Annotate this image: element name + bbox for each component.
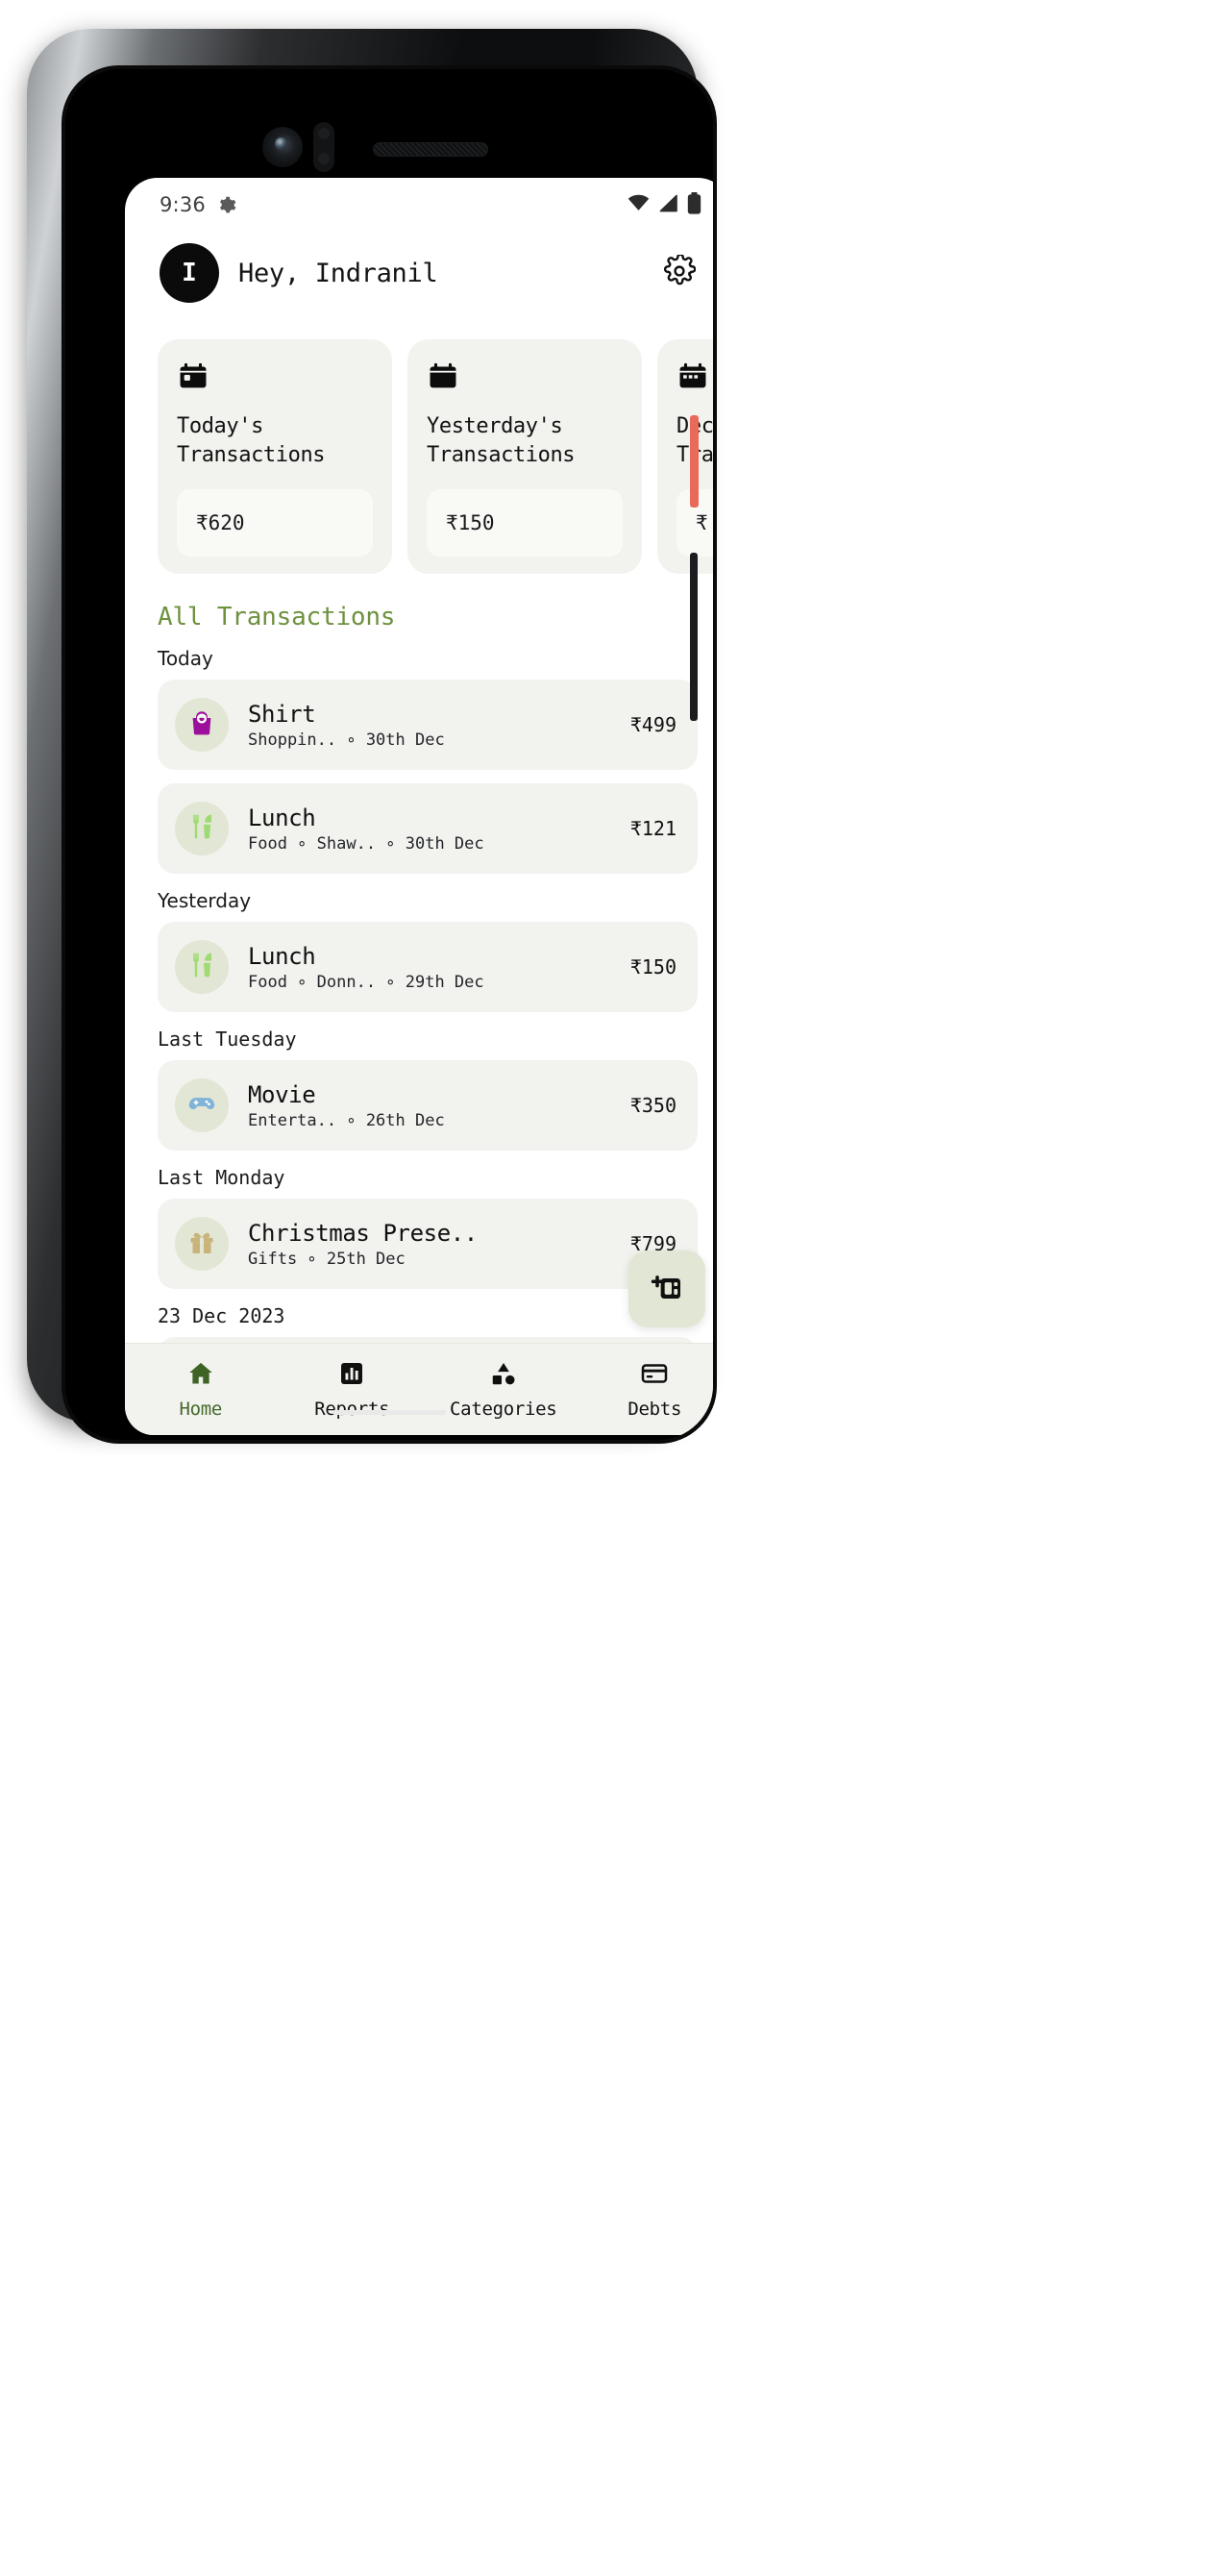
transaction-name: Lunch <box>248 804 316 831</box>
settings-button[interactable] <box>663 253 697 291</box>
category-icon-wrapper <box>175 940 229 994</box>
app-screen: 9:36 I Hey, Indranil Today's Transaction… <box>125 178 713 1435</box>
transaction-name: Shirt <box>248 700 316 728</box>
transaction-row[interactable]: Lunch Food ∘ Donn.. ∘ 29th Dec ₹150 <box>158 922 698 1012</box>
category-icon-wrapper <box>175 1217 229 1271</box>
shopping-bag-icon <box>187 708 216 741</box>
transaction-row[interactable]: Christmas Prese.. Gifts ∘ 25th Dec ₹799 <box>158 1199 698 1289</box>
transaction-subtitle: Shoppin.. ∘ 30th Dec <box>248 730 445 750</box>
transaction-subtitle: Food ∘ Shaw.. ∘ 30th Dec <box>248 833 484 854</box>
nav-label-reports: Reports <box>314 1399 390 1420</box>
screenshot-root: 9:36 I Hey, Indranil Today's Transaction… <box>0 0 1230 2576</box>
transaction-group-last-tuesday: Movie Enterta.. ∘ 26th Dec ₹350 <box>125 1060 713 1151</box>
transaction-text: Lunch Food ∘ Donn.. ∘ 29th Dec <box>248 943 617 992</box>
status-gear-icon <box>216 195 236 215</box>
group-label-last-monday: Last Monday <box>158 1166 285 1189</box>
transaction-text: Shirt Shoppin.. ∘ 30th Dec <box>248 701 617 750</box>
transaction-subtitle: Enterta.. ∘ 26th Dec <box>248 1110 445 1130</box>
status-time: 9:36 <box>160 193 206 216</box>
gear-icon <box>663 253 697 291</box>
home-icon <box>186 1359 215 1392</box>
summary-card-december[interactable]: Dec Transactions ₹ <box>657 339 713 574</box>
add-transaction-icon <box>648 1268 686 1310</box>
nav-label-categories: Categories <box>450 1399 557 1420</box>
summary-card-amount: ₹150 <box>427 489 623 557</box>
transaction-text: Lunch Food ∘ Shaw.. ∘ 30th Dec <box>248 805 617 854</box>
category-icon-wrapper <box>175 1078 229 1132</box>
summary-card-today[interactable]: Today's Transactions ₹620 <box>158 339 392 574</box>
transaction-row[interactable]: Shirt Shoppin.. ∘ 30th Dec ₹499 <box>158 680 698 770</box>
transaction-row[interactable]: Lunch Food ∘ Shaw.. ∘ 30th Dec ₹121 <box>158 783 698 874</box>
status-bar: 9:36 <box>125 178 713 232</box>
food-icon <box>187 812 216 845</box>
group-label-last-tuesday: Last Tuesday <box>158 1028 297 1051</box>
bottom-navigation: Home Reports Categories Debts <box>125 1343 713 1435</box>
nav-item-debts[interactable]: Debts <box>579 1359 714 1420</box>
phone-frame: 9:36 I Hey, Indranil Today's Transaction… <box>27 29 717 1444</box>
transaction-amount: ₹350 <box>629 1094 676 1117</box>
volume-button[interactable] <box>690 553 698 721</box>
nav-label-home: Home <box>179 1399 223 1420</box>
transaction-row[interactable]: Movie Enterta.. ∘ 26th Dec ₹350 <box>158 1060 698 1151</box>
transaction-amount: ₹150 <box>629 955 676 978</box>
app-header: I Hey, Indranil <box>125 232 713 303</box>
earpiece-speaker <box>373 142 488 157</box>
avatar[interactable]: I <box>160 243 219 303</box>
category-icon-wrapper <box>175 802 229 855</box>
group-label-yesterday: Yesterday <box>158 889 252 912</box>
add-transaction-fab[interactable] <box>628 1251 705 1327</box>
food-icon <box>187 951 216 983</box>
gamepad-icon <box>187 1089 216 1122</box>
summary-card-title: Today's Transactions <box>177 414 326 467</box>
categories-icon <box>489 1359 518 1392</box>
transaction-name: Christmas Prese.. <box>248 1219 478 1247</box>
nav-item-home[interactable]: Home <box>125 1359 277 1420</box>
transaction-group-last-monday: Christmas Prese.. Gifts ∘ 25th Dec ₹799 <box>125 1199 713 1289</box>
all-transactions-heading: All Transactions <box>158 603 396 632</box>
calendar-icon <box>177 360 373 397</box>
wifi-icon <box>627 194 650 215</box>
calendar-icon <box>427 360 623 397</box>
summary-card-title: Yesterday's Transactions <box>427 414 576 467</box>
transaction-subtitle: Gifts ∘ 25th Dec <box>248 1249 406 1269</box>
debts-icon <box>640 1359 669 1392</box>
group-label-23-dec-2023: 23 Dec 2023 <box>158 1304 285 1327</box>
sensor-array-icon <box>313 122 334 172</box>
gesture-home-bar[interactable] <box>332 1410 446 1415</box>
camera-lens-icon <box>262 127 303 167</box>
transaction-text: Movie Enterta.. ∘ 26th Dec <box>248 1081 617 1130</box>
status-indicators <box>627 191 701 218</box>
nav-item-categories[interactable]: Categories <box>428 1359 579 1420</box>
transaction-subtitle: Food ∘ Donn.. ∘ 29th Dec <box>248 972 484 992</box>
transaction-group-yesterday: Lunch Food ∘ Donn.. ∘ 29th Dec ₹150 <box>125 922 713 1012</box>
power-button[interactable] <box>690 415 699 508</box>
gift-icon <box>187 1227 216 1260</box>
summary-cards-carousel[interactable]: Today's Transactions ₹620 Yesterday's Tr… <box>125 303 713 574</box>
transaction-text: Christmas Prese.. Gifts ∘ 25th Dec <box>248 1220 617 1269</box>
transaction-name: Lunch <box>248 942 316 970</box>
nav-label-debts: Debts <box>627 1399 682 1420</box>
transaction-group-today: Shirt Shoppin.. ∘ 30th Dec ₹499 Lunch Fo… <box>125 680 713 874</box>
summary-card-yesterday[interactable]: Yesterday's Transactions ₹150 <box>407 339 642 574</box>
avatar-initial: I <box>182 259 197 287</box>
battery-icon <box>687 191 701 218</box>
group-label-today: Today <box>158 647 213 670</box>
summary-card-amount: ₹620 <box>177 489 373 557</box>
reports-icon <box>337 1359 366 1392</box>
category-icon-wrapper <box>175 698 229 752</box>
transaction-amount: ₹499 <box>629 713 676 736</box>
transaction-amount: ₹121 <box>629 817 676 840</box>
calendar-icon <box>676 360 713 397</box>
page-title: Hey, Indranil <box>238 258 438 288</box>
signal-icon <box>658 194 678 216</box>
phone-screen-area: 9:36 I Hey, Indranil Today's Transaction… <box>65 69 713 1440</box>
transaction-name: Movie <box>248 1080 316 1108</box>
